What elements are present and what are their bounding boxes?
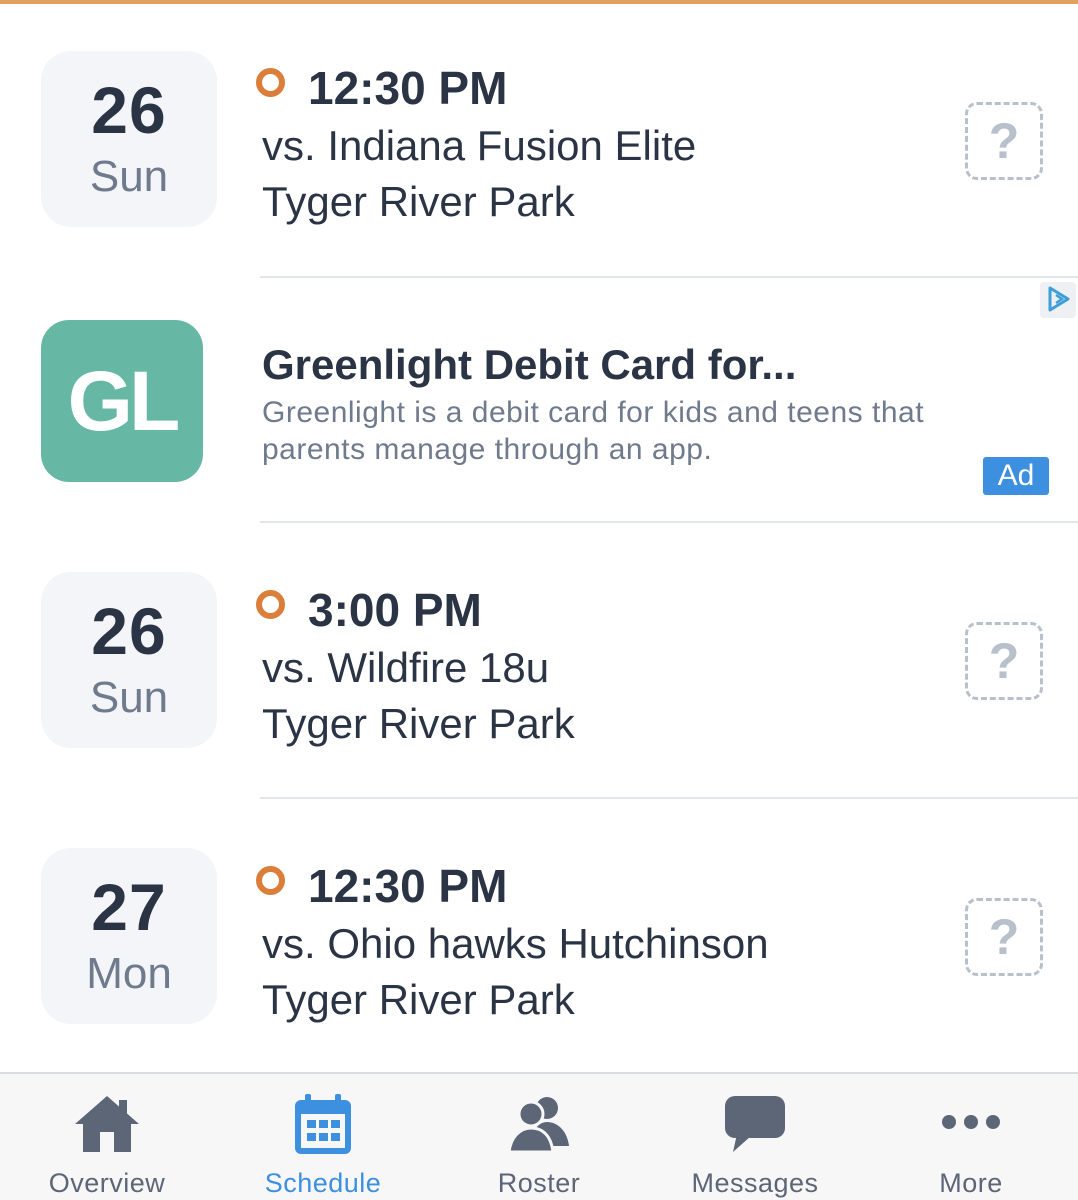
question-icon: ? (988, 909, 1020, 965)
tab-label: Schedule (264, 1168, 382, 1198)
event-day: 26 (91, 594, 167, 668)
event-location: Tyger River Park (262, 700, 575, 747)
rsvp-button[interactable]: ? (965, 898, 1043, 976)
home-icon (75, 1096, 139, 1152)
tab-label: Messages (691, 1168, 819, 1198)
tab-messages[interactable]: Messages (655, 1074, 855, 1200)
greenlight-logo: GL (41, 320, 203, 482)
ad-logo-text: GL (67, 354, 181, 448)
tab-roster[interactable]: Roster (439, 1074, 639, 1200)
tab-more[interactable]: More (871, 1074, 1071, 1200)
tab-label: Roster (497, 1168, 581, 1198)
event-row[interactable]: 26 Sun 12:30 PM vs. Indiana Fusion Elite… (0, 40, 1078, 240)
event-opponent: vs. Indiana Fusion Elite (262, 122, 697, 169)
rsvp-button[interactable]: ? (965, 102, 1043, 180)
ad-description: Greenlight is a debit card for kids and … (262, 396, 925, 466)
tab-label: Overview (48, 1168, 166, 1198)
event-day: 26 (91, 73, 167, 147)
pending-circle-icon (256, 68, 285, 97)
date-badge: 27 Mon (41, 848, 217, 1024)
event-location: Tyger River Park (262, 178, 575, 225)
event-weekday: Sun (89, 673, 169, 722)
row-divider (260, 521, 1078, 523)
event-time: 12:30 PM (308, 62, 508, 114)
bottom-tab-bar: Overview Schedule Roster Messages More (0, 1072, 1078, 1200)
header-bottom-border (0, 0, 1078, 4)
event-row[interactable]: 26 Sun 3:00 PM vs. Wildfire 18u Tyger Ri… (0, 562, 1078, 762)
tab-schedule[interactable]: Schedule (223, 1074, 423, 1200)
event-weekday: Sun (89, 152, 169, 201)
people-icon (507, 1097, 569, 1154)
calendar-icon (295, 1094, 351, 1154)
ad-title: Greenlight Debit Card for... (262, 341, 797, 388)
row-divider (260, 797, 1078, 799)
question-icon: ? (988, 113, 1020, 169)
event-time: 12:30 PM (308, 860, 508, 912)
sponsored-ad[interactable]: GL Greenlight Debit Card for... Greenlig… (0, 280, 1078, 520)
event-opponent: vs. Wildfire 18u (262, 644, 550, 691)
event-location: Tyger River Park (262, 976, 575, 1023)
date-badge: 26 Sun (41, 572, 217, 748)
chat-bubble-icon (725, 1096, 785, 1152)
rsvp-button[interactable]: ? (965, 622, 1043, 700)
date-badge: 26 Sun (41, 51, 217, 227)
ellipsis-icon (942, 1115, 1000, 1129)
pending-circle-icon (256, 866, 285, 895)
tab-overview[interactable]: Overview (7, 1074, 207, 1200)
pending-circle-icon (256, 590, 285, 619)
event-row[interactable]: 27 Mon 12:30 PM vs. Ohio hawks Hutchinso… (0, 838, 1078, 1038)
tab-label: More (939, 1168, 1003, 1198)
ad-badge: Ad (983, 457, 1049, 495)
adchoices-icon[interactable] (1040, 282, 1076, 318)
event-weekday: Mon (86, 949, 172, 998)
event-opponent: vs. Ohio hawks Hutchinson (262, 920, 769, 967)
question-icon: ? (988, 633, 1020, 689)
event-time: 3:00 PM (308, 584, 482, 636)
event-day: 27 (91, 870, 167, 944)
row-divider (260, 276, 1078, 278)
